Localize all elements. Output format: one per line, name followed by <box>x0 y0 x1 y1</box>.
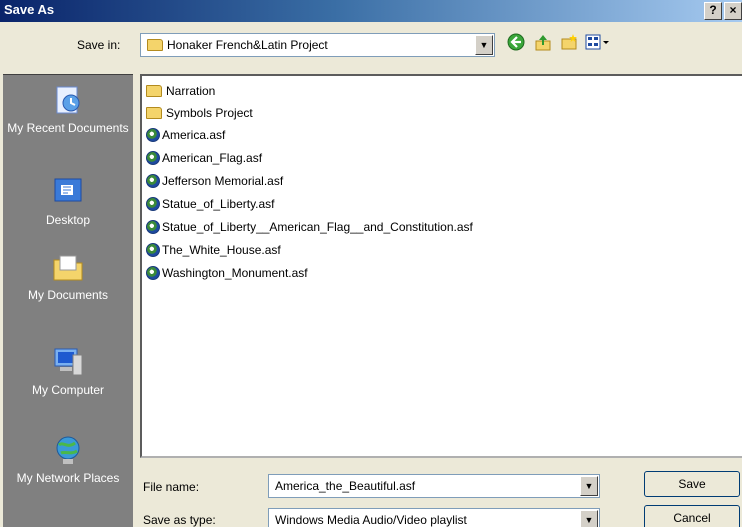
chevron-down-icon[interactable]: ▼ <box>580 510 598 527</box>
save-in-value: Honaker French&Latin Project <box>167 38 328 52</box>
list-item[interactable]: Statue_of_Liberty.asf <box>146 197 275 215</box>
folder-icon <box>147 39 163 51</box>
save-in-label: Save in: <box>77 38 121 52</box>
place-label: My Network Places <box>16 471 120 485</box>
list-item[interactable]: The_White_House.asf <box>146 243 281 261</box>
back-icon[interactable] <box>506 33 526 53</box>
save-in-dropdown[interactable]: Honaker French&Latin Project ▼ <box>140 33 495 57</box>
save-as-type-dropdown[interactable]: Windows Media Audio/Video playlist ▼ <box>268 508 600 527</box>
title-bar: Save As ? × <box>0 0 742 22</box>
place-my-documents[interactable]: My Documents <box>3 250 133 302</box>
list-item[interactable]: Symbols Project <box>146 106 253 124</box>
folder-icon <box>146 107 162 119</box>
chevron-down-icon[interactable]: ▼ <box>580 476 598 496</box>
desktop-icon <box>54 178 82 202</box>
chevron-down-icon[interactable]: ▼ <box>475 35 493 55</box>
file-name-field[interactable]: America_the_Beautiful.asf ▼ <box>268 474 600 498</box>
new-folder-icon[interactable] <box>559 33 579 53</box>
media-file-icon <box>146 243 160 257</box>
place-my-computer[interactable]: My Computer <box>3 345 133 397</box>
up-folder-icon[interactable] <box>533 33 553 53</box>
media-file-icon <box>146 266 160 280</box>
place-label: Desktop <box>45 213 91 227</box>
close-button[interactable]: × <box>724 2 742 20</box>
place-label: My Recent Documents <box>7 121 129 135</box>
file-list[interactable]: Narration Symbols Project America.asf Am… <box>140 74 742 458</box>
media-file-icon <box>146 128 160 142</box>
media-file-icon <box>146 151 160 165</box>
place-label: My Documents <box>27 288 109 302</box>
cancel-button[interactable]: Cancel <box>644 505 740 527</box>
my-documents-icon <box>53 255 83 281</box>
list-item[interactable]: America.asf <box>146 128 225 146</box>
save-as-dialog: Save As ? × Save in: Honaker French&Lati… <box>0 0 742 527</box>
place-desktop[interactable]: Desktop <box>3 175 133 227</box>
place-label: My Computer <box>31 383 105 397</box>
place-my-recent-documents[interactable]: My Recent Documents <box>3 83 133 135</box>
recent-documents-icon <box>56 86 80 114</box>
save-button[interactable]: Save <box>644 471 740 497</box>
save-as-type-label: Save as type: <box>143 513 216 527</box>
place-my-network-places[interactable]: My Network Places <box>3 433 133 485</box>
save-as-type-value: Windows Media Audio/Video playlist <box>275 513 467 527</box>
file-name-value: America_the_Beautiful.asf <box>275 479 416 493</box>
window-title: Save As <box>4 2 55 17</box>
list-item[interactable]: Narration <box>146 84 215 102</box>
folder-icon <box>146 85 162 97</box>
list-item[interactable]: American_Flag.asf <box>146 151 262 169</box>
media-file-icon <box>146 197 160 211</box>
views-menu-icon[interactable] <box>584 33 612 53</box>
list-item[interactable]: Washington_Monument.asf <box>146 266 308 284</box>
media-file-icon <box>146 220 160 234</box>
network-places-icon <box>56 436 80 464</box>
list-item[interactable]: Jefferson Memorial.asf <box>146 174 283 192</box>
media-file-icon <box>146 174 160 188</box>
save-in-row: Save in: Honaker French&Latin Project ▼ <box>0 30 742 60</box>
file-name-label: File name: <box>143 480 200 494</box>
my-computer-icon <box>54 348 83 376</box>
list-item[interactable]: Statue_of_Liberty__American_Flag__and_Co… <box>146 220 473 238</box>
places-bar: My Recent Documents Desktop My Documents… <box>3 74 133 527</box>
help-button[interactable]: ? <box>704 2 722 20</box>
